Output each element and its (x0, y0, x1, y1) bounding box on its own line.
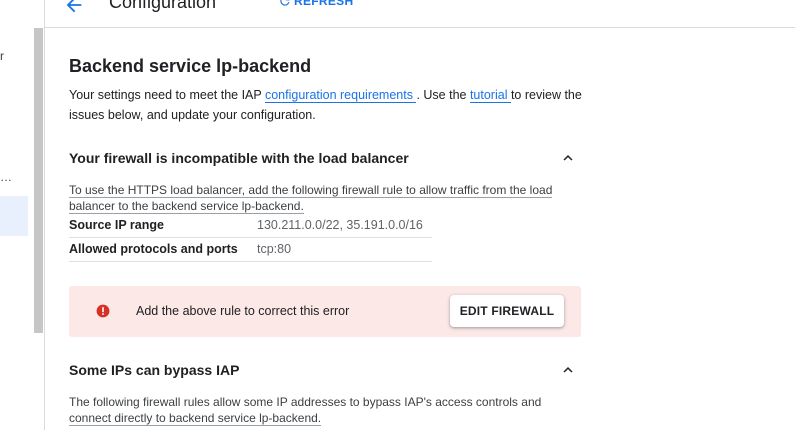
source-ip-row: Source IP range 130.211.0.0/22, 35.191.0… (69, 214, 432, 238)
edit-firewall-button[interactable]: EDIT FIREWALL (450, 295, 564, 327)
intro-text-1: Your settings need to meet the IAP (69, 88, 265, 102)
protocols-value: tcp:80 (257, 242, 292, 256)
nav-item-fragment[interactable]: r (0, 49, 4, 63)
source-ip-value: 130.211.0.0/22, 35.191.0.0/16 (257, 218, 423, 232)
protocols-row: Allowed protocols and ports tcp:80 (69, 238, 432, 262)
protocols-label: Allowed protocols and ports (69, 242, 238, 256)
firewall-desc-line-1: To use the HTTPS load balancer, add the … (69, 183, 553, 198)
config-requirements-link[interactable]: configuration requirements (264, 88, 417, 103)
refresh-label: REFRESH (294, 0, 354, 8)
intro-text: Your settings need to meet the IAP confi… (69, 86, 595, 125)
backend-service-title: Backend service lp-backend (69, 56, 312, 76)
page-title: Configuration (109, 0, 217, 12)
page-header: Configuration REFRESH (45, 0, 795, 28)
nav-item-fragment-ellipsis[interactable]: … (0, 170, 12, 184)
firewall-section-title[interactable]: Your firewall is incompatible with the l… (69, 150, 409, 166)
chevron-up-icon[interactable] (559, 149, 577, 167)
left-nav-scrollbar[interactable] (34, 28, 43, 333)
error-banner: Add the above rule to correct this error… (69, 286, 581, 337)
left-nav-divider (44, 0, 45, 430)
back-arrow-icon[interactable] (63, 0, 85, 16)
firewall-desc-line-2: balancer to the backend service lp-backe… (69, 199, 304, 214)
source-ip-label: Source IP range (69, 218, 164, 232)
chevron-up-icon[interactable] (559, 361, 577, 379)
error-icon (96, 304, 110, 318)
refresh-icon (280, 0, 290, 6)
bypass-section-title[interactable]: Some IPs can bypass IAP (69, 362, 239, 378)
intro-text-2: . Use the (416, 88, 470, 102)
firewall-section-description: To use the HTTPS load balancer, add the … (69, 182, 569, 214)
app-root: r … Configuration REFRESH Backend servic… (0, 0, 795, 430)
error-message: Add the above rule to correct this error (136, 304, 350, 318)
bypass-desc-line-1: The following firewall rules allow some … (69, 395, 542, 409)
bypass-section-description: The following firewall rules allow some … (69, 394, 569, 426)
nav-item-selected[interactable] (0, 196, 28, 236)
bypass-desc-line-2: connect directly to backend service lp-b… (69, 411, 322, 426)
left-nav: r … (0, 0, 33, 430)
refresh-button[interactable]: REFRESH (278, 0, 353, 8)
tutorial-link[interactable]: tutorial (469, 88, 511, 103)
